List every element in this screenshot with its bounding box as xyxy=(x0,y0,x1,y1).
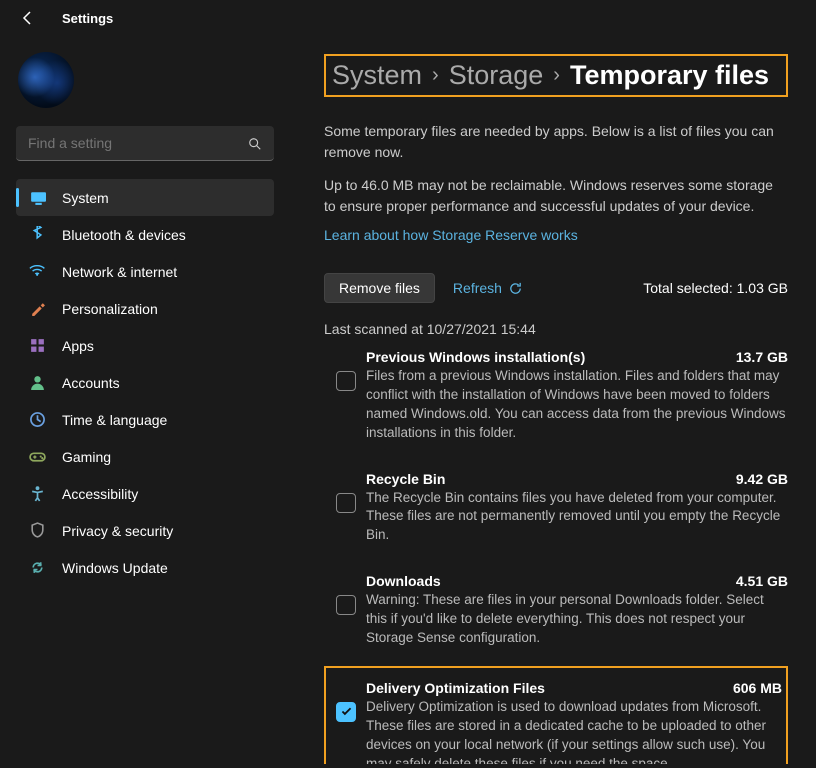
file-item: Delivery Optimization Files 606 MB Deliver… xyxy=(334,668,782,764)
update-icon xyxy=(28,559,46,577)
display-icon xyxy=(28,189,46,207)
sidebar-item-label: Privacy & security xyxy=(62,523,173,539)
brush-icon xyxy=(28,300,46,318)
sidebar-item-network[interactable]: Network & internet xyxy=(16,253,274,290)
file-size: 606 MB xyxy=(733,680,782,696)
sidebar-item-gaming[interactable]: Gaming xyxy=(16,438,274,475)
file-description: Delivery Optimization is used to downloa… xyxy=(366,698,782,764)
avatar[interactable] xyxy=(18,52,74,108)
file-size: 13.7 GB xyxy=(736,349,788,365)
sidebar-item-accounts[interactable]: Accounts xyxy=(16,364,274,401)
checkbox[interactable] xyxy=(336,702,356,722)
sidebar-item-label: Bluetooth & devices xyxy=(62,227,186,243)
chevron-right-icon: › xyxy=(432,64,439,87)
breadcrumb-system[interactable]: System xyxy=(332,60,422,91)
refresh-button[interactable]: Refresh xyxy=(453,280,523,296)
file-size: 4.51 GB xyxy=(736,573,788,589)
apps-icon xyxy=(28,337,46,355)
back-button[interactable] xyxy=(20,10,36,26)
sidebar-item-label: Gaming xyxy=(62,449,111,465)
file-title: Previous Windows installation(s) xyxy=(366,349,585,365)
refresh-label: Refresh xyxy=(453,280,502,296)
sidebar-item-bluetooth[interactable]: Bluetooth & devices xyxy=(16,216,274,253)
checkbox[interactable] xyxy=(336,595,356,615)
sidebar-item-label: Apps xyxy=(62,338,94,354)
file-title: Delivery Optimization Files xyxy=(366,680,545,696)
file-title: Downloads xyxy=(366,573,441,589)
learn-link[interactable]: Learn about how Storage Reserve works xyxy=(324,227,578,243)
checkbox[interactable] xyxy=(336,493,356,513)
file-item: Downloads 4.51 GB Warning: These are files… xyxy=(324,561,788,664)
sidebar-item-label: Accounts xyxy=(62,375,120,391)
sidebar-item-label: Network & internet xyxy=(62,264,177,280)
file-description: The Recycle Bin contains files you have … xyxy=(366,489,788,546)
game-icon xyxy=(28,448,46,466)
file-item: Previous Windows installation(s) 13.7 GB F… xyxy=(324,337,788,459)
sidebar-item-label: Time & language xyxy=(62,412,167,428)
chevron-right-icon: › xyxy=(553,64,560,87)
file-item: Recycle Bin 9.42 GB The Recycle Bin contai… xyxy=(324,459,788,562)
sidebar-item-time[interactable]: Time & language xyxy=(16,401,274,438)
sidebar-item-label: Accessibility xyxy=(62,486,138,502)
window-title: Settings xyxy=(62,11,113,26)
sidebar-item-label: System xyxy=(62,190,109,206)
bluetooth-icon xyxy=(28,226,46,244)
search-icon xyxy=(248,137,262,151)
person-icon xyxy=(28,374,46,392)
wifi-icon xyxy=(28,263,46,281)
file-size: 9.42 GB xyxy=(736,471,788,487)
sidebar-item-label: Windows Update xyxy=(62,560,168,576)
sidebar-item-system[interactable]: System xyxy=(16,179,274,216)
file-description: Files from a previous Windows installati… xyxy=(366,367,788,443)
access-icon xyxy=(28,485,46,503)
file-title: Recycle Bin xyxy=(366,471,445,487)
last-scanned: Last scanned at 10/27/2021 15:44 xyxy=(324,321,788,337)
sidebar-item-personalization[interactable]: Personalization xyxy=(16,290,274,327)
breadcrumb-temporary-files: Temporary files xyxy=(570,60,769,91)
remove-files-button[interactable]: Remove files xyxy=(324,273,435,303)
total-selected: Total selected: 1.03 GB xyxy=(643,280,788,296)
search-input[interactable] xyxy=(16,126,274,161)
sidebar-item-privacy[interactable]: Privacy & security xyxy=(16,512,274,549)
sidebar-item-apps[interactable]: Apps xyxy=(16,327,274,364)
description-text: Some temporary files are needed by apps.… xyxy=(324,121,774,163)
breadcrumb: System › Storage › Temporary files xyxy=(324,54,788,97)
sidebar-item-update[interactable]: Windows Update xyxy=(16,549,274,586)
shield-icon xyxy=(28,522,46,540)
file-description: Warning: These are files in your persona… xyxy=(366,591,788,648)
sidebar-item-accessibility[interactable]: Accessibility xyxy=(16,475,274,512)
reserve-text: Up to 46.0 MB may not be reclaimable. Wi… xyxy=(324,175,774,217)
sidebar-item-label: Personalization xyxy=(62,301,158,317)
breadcrumb-storage[interactable]: Storage xyxy=(449,60,544,91)
checkbox[interactable] xyxy=(336,371,356,391)
clock-icon xyxy=(28,411,46,429)
refresh-icon xyxy=(508,281,523,296)
